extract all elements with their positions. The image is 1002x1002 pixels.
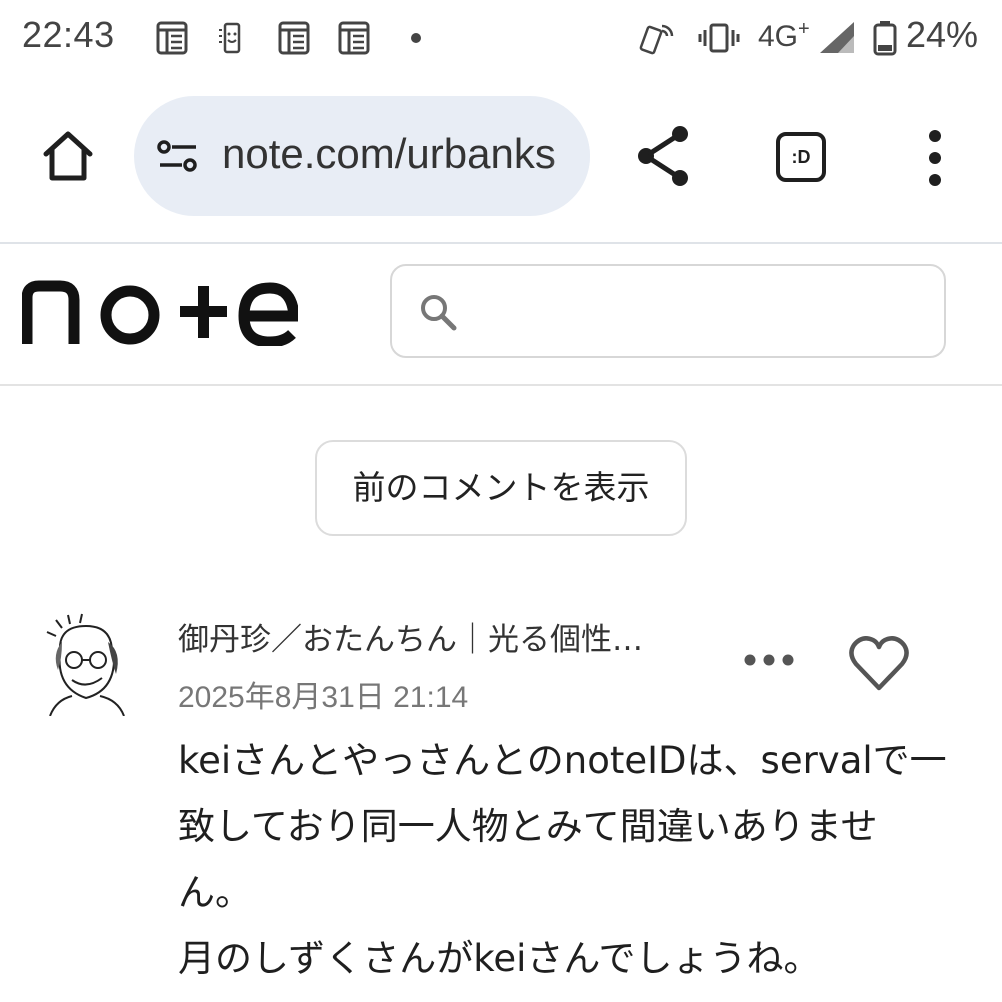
tab-switcher-icon[interactable]: :D — [776, 132, 826, 182]
url-text[interactable]: note.com/urbanks — [222, 130, 556, 178]
site-settings-icon[interactable] — [156, 138, 200, 174]
more-vert-icon[interactable] — [920, 128, 950, 188]
status-bar: 22:43 4G+ 24% — [0, 0, 1002, 78]
show-previous-comments-button[interactable]: 前のコメントを表示 — [315, 440, 687, 536]
vibrate-icon — [698, 23, 740, 53]
news-icon — [338, 21, 370, 55]
news-icon — [278, 21, 310, 55]
comment-author[interactable]: 御丹珍／おたんちん｜光る個性… — [178, 614, 643, 659]
comment-date: 2025年8月31日 21:14 — [178, 681, 469, 714]
avatar[interactable] — [42, 612, 130, 716]
comment-line: 致しており同一人物とみて間違いありませ — [178, 805, 878, 848]
search-input[interactable] — [390, 264, 946, 358]
note-logo[interactable] — [22, 280, 298, 346]
more-horiz-icon[interactable] — [742, 648, 796, 672]
home-icon[interactable] — [38, 126, 98, 186]
share-icon[interactable] — [634, 124, 694, 188]
dot-icon — [411, 33, 421, 43]
heart-icon[interactable] — [848, 634, 910, 692]
url-bar[interactable]: note.com/urbanks — [134, 96, 590, 216]
network-type: 4G+ — [758, 18, 810, 53]
comment-line: ん。 — [178, 871, 252, 914]
hotspot-phone-icon — [639, 24, 674, 55]
comment-line: keiさんとやっさんとのnoteIDは、servalで一 — [178, 739, 947, 782]
comment-line: 月のしずくさんがkeiさんでしょうね。 — [178, 937, 821, 980]
status-time: 22:43 — [22, 14, 115, 55]
url-fade — [550, 96, 590, 216]
comment-item: 御丹珍／おたんちん｜光る個性… 2025年8月31日 21:14 keiさんとや… — [0, 600, 1002, 1002]
news-icon — [156, 21, 188, 55]
site-header — [0, 244, 1002, 386]
battery-icon — [873, 21, 897, 56]
search-icon — [421, 295, 457, 331]
battery-percent: 24% — [906, 14, 979, 55]
signal-icon — [820, 22, 854, 53]
browser-toolbar: note.com/urbanks :D — [0, 78, 1002, 244]
phone-vibrate-icon — [219, 22, 241, 54]
comment-body: keiさんとやっさんとのnoteIDは、servalで一 致しており同一人物とみ… — [178, 728, 968, 992]
